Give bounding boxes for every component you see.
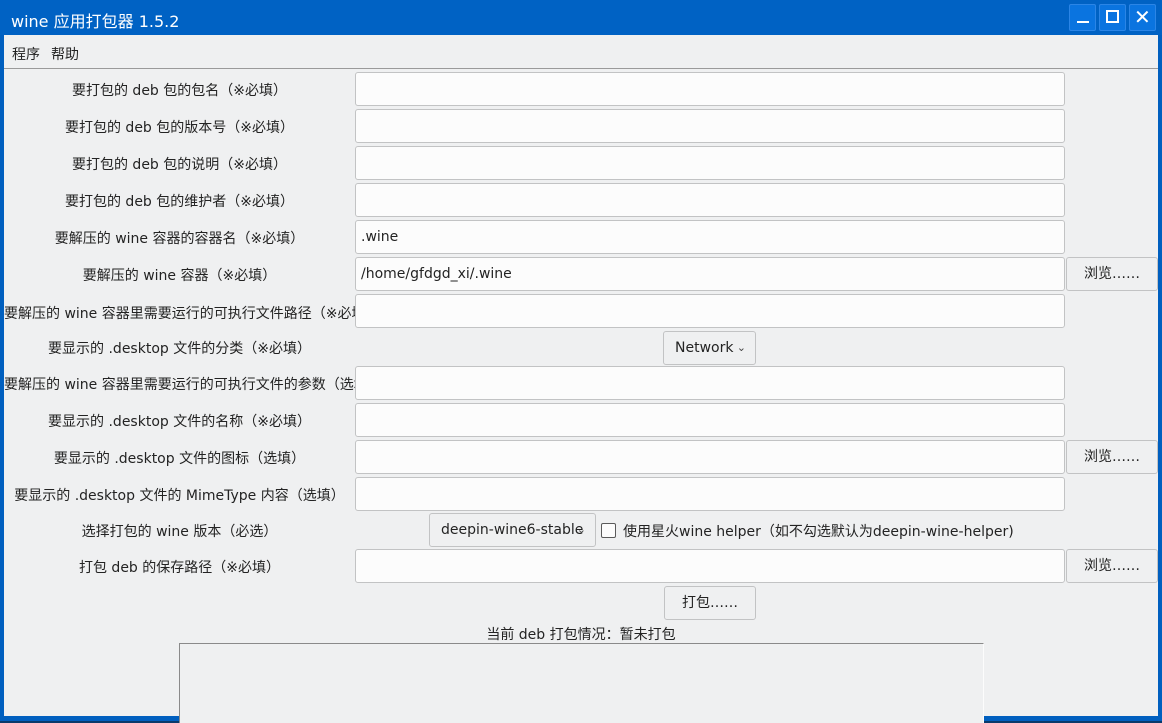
menu-help[interactable]: 帮助: [51, 44, 79, 64]
save-path-input[interactable]: [355, 549, 1065, 583]
maximize-icon: [1106, 10, 1119, 23]
package-name-label: 要打包的 deb 包的包名（※必填）: [71, 83, 288, 99]
version-label: 要打包的 deb 包的版本号（※必填）: [64, 120, 295, 136]
window-title: wine 应用打包器 1.5.2: [11, 12, 180, 31]
exe-args-label: 要解压的 wine 容器里需要运行的可执行文件的参数（选填）: [4, 377, 382, 393]
chevron-down-icon: ⌄: [736, 341, 746, 354]
wine-version-selected-value: deepin-wine6-stable: [441, 522, 584, 538]
exe-path-input[interactable]: [355, 294, 1065, 328]
exe-path-label: 要解压的 wine 容器里需要运行的可执行文件路径（※必填）: [4, 306, 380, 322]
desktop-icon-browse-button[interactable]: 浏览……: [1066, 440, 1158, 474]
app-window: wine 应用打包器 1.5.2 ✕ 程序 帮助 要打包的 deb 包的包名（※…: [0, 0, 1162, 723]
container-name-input[interactable]: [355, 220, 1065, 254]
description-label: 要打包的 deb 包的说明（※必填）: [71, 157, 288, 173]
pack-button[interactable]: 打包……: [664, 586, 756, 620]
description-input[interactable]: [355, 146, 1065, 180]
main-content: 程序 帮助 要打包的 deb 包的包名（※必填） 要打包的 deb 包的版本号（…: [4, 35, 1158, 723]
category-select[interactable]: Network ⌄: [663, 331, 756, 365]
package-name-input[interactable]: [355, 72, 1065, 106]
desktop-name-label: 要显示的 .desktop 文件的名称（※必填）: [48, 414, 311, 430]
minimize-button[interactable]: [1069, 4, 1096, 31]
mimetype-input[interactable]: [355, 477, 1065, 511]
desktop-name-input[interactable]: [355, 403, 1065, 437]
category-label: 要显示的 .desktop 文件的分类（※必填）: [48, 341, 311, 357]
minimize-icon: [1077, 21, 1089, 23]
log-output-area[interactable]: [179, 643, 984, 723]
category-selected-value: Network: [675, 340, 734, 356]
mimetype-label: 要显示的 .desktop 文件的 MimeType 内容（选填）: [14, 488, 345, 504]
spark-wine-helper-checkbox[interactable]: [601, 523, 616, 538]
close-icon: ✕: [1134, 5, 1151, 29]
desktop-icon-input[interactable]: [355, 440, 1065, 474]
save-path-browse-button[interactable]: 浏览……: [1066, 549, 1158, 583]
container-path-browse-button[interactable]: 浏览……: [1066, 257, 1158, 291]
menu-program[interactable]: 程序: [12, 44, 40, 64]
title-bar[interactable]: wine 应用打包器 1.5.2 ✕: [0, 0, 1162, 35]
version-input[interactable]: [355, 109, 1065, 143]
wine-version-select[interactable]: deepin-wine6-stable ⌄: [429, 513, 596, 547]
pack-status-text: 当前 deb 打包情况：暂未打包: [486, 627, 676, 643]
maintainer-label: 要打包的 deb 包的维护者（※必填）: [64, 194, 295, 210]
save-path-label: 打包 deb 的保存路径（※必填）: [78, 560, 281, 576]
spark-wine-helper-label[interactable]: 使用星火wine helper（如不勾选默认为deepin-wine-helpe…: [623, 521, 1014, 541]
close-button[interactable]: ✕: [1129, 4, 1156, 31]
maximize-button[interactable]: [1099, 4, 1126, 31]
maintainer-input[interactable]: [355, 183, 1065, 217]
container-path-label: 要解压的 wine 容器（※必填）: [82, 268, 277, 284]
container-name-label: 要解压的 wine 容器的容器名（※必填）: [54, 231, 305, 247]
wine-version-label: 选择打包的 wine 版本（必选）: [81, 524, 278, 540]
exe-args-input[interactable]: [355, 366, 1065, 400]
chevron-down-icon: ⌄: [576, 523, 586, 536]
container-path-input[interactable]: [355, 257, 1065, 291]
desktop-icon-label: 要显示的 .desktop 文件的图标（选填）: [53, 451, 306, 467]
menu-bar: 程序 帮助: [4, 35, 1158, 69]
